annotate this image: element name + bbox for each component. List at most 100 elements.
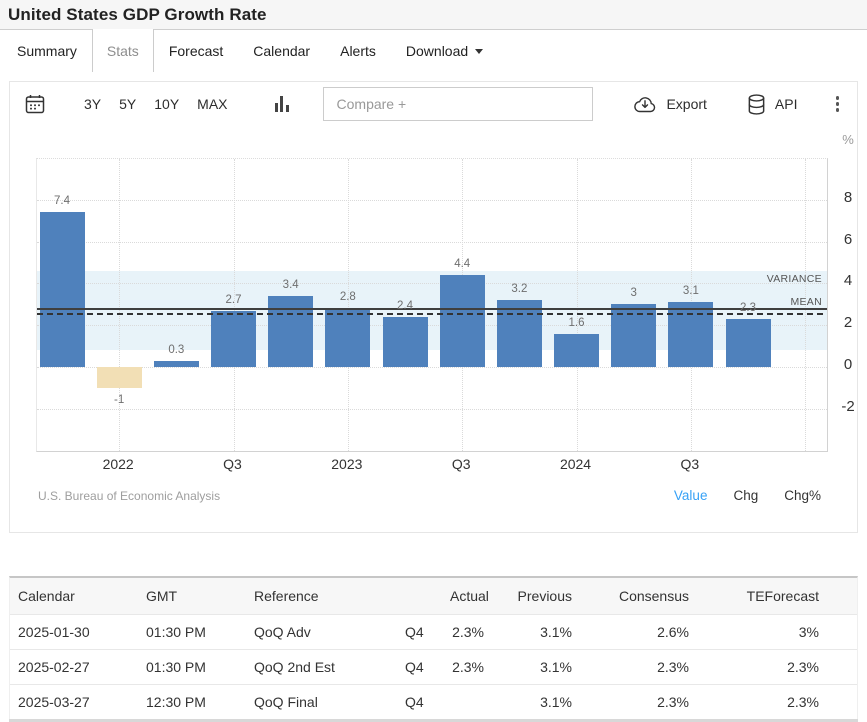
source-attribution: U.S. Bureau of Economic Analysis <box>38 489 220 503</box>
cell-previous: 3.1% <box>502 649 590 684</box>
tab-bar: Summary Stats Forecast Calendar Alerts D… <box>0 30 867 75</box>
page-title: United States GDP Growth Rate <box>8 5 267 25</box>
bar-value-label: 2.8 <box>326 291 370 303</box>
tab-alerts[interactable]: Alerts <box>325 30 391 72</box>
bar-value-label: 3.4 <box>269 279 313 291</box>
cell-date: 2025-03-27 <box>10 684 138 719</box>
x-axis-label: Q3 <box>655 456 725 472</box>
bar-value-label: 3.2 <box>497 283 541 295</box>
bar-value-label: 3 <box>612 287 656 299</box>
col-gmt: GMT <box>138 578 246 614</box>
col-consensus: Consensus <box>590 578 707 614</box>
cell-date: 2025-02-27 <box>10 649 138 684</box>
bar[interactable] <box>383 317 428 367</box>
variance-label: VARIANCE <box>767 273 822 285</box>
range-10y-button[interactable]: 10Y <box>145 96 188 112</box>
y-axis-label: 2 <box>834 314 862 331</box>
cell-consensus: 2.3% <box>590 684 707 719</box>
tab-download[interactable]: Download <box>391 30 498 72</box>
cell-teforecast: 3% <box>707 614 857 649</box>
table-row[interactable]: 2025-03-27 12:30 PM QoQ Final Q4 3.1% 2.… <box>10 684 857 719</box>
range-max-button[interactable]: MAX <box>188 96 236 112</box>
value-link[interactable]: Value <box>674 488 708 503</box>
v-gridline <box>119 159 120 451</box>
cloud-download-icon <box>633 96 657 113</box>
tab-summary[interactable]: Summary <box>0 30 92 72</box>
cell-reference: QoQ Final <box>246 684 398 719</box>
api-label: API <box>775 96 798 112</box>
more-options-button[interactable] <box>836 96 840 112</box>
x-axis-label: Q3 <box>198 456 268 472</box>
x-axis-label: 2024 <box>541 456 611 472</box>
v-gridline <box>348 159 349 451</box>
tab-download-label: Download <box>406 43 468 59</box>
cell-gmt: 01:30 PM <box>138 614 246 649</box>
bar-value-label: -1 <box>97 394 141 406</box>
export-label: Export <box>666 96 706 112</box>
tab-stats[interactable]: Stats <box>92 29 154 72</box>
cell-date: 2025-01-30 <box>10 614 138 649</box>
mean-line <box>37 313 827 315</box>
bar-chart-icon <box>275 96 289 112</box>
bar[interactable] <box>211 311 256 367</box>
col-reference-period <box>398 578 450 614</box>
chg-link[interactable]: Chg <box>733 488 758 503</box>
v-gridline <box>577 159 578 451</box>
bar[interactable] <box>440 275 485 367</box>
compare-input[interactable] <box>323 87 593 121</box>
bar[interactable] <box>325 308 370 367</box>
bar[interactable] <box>40 212 85 367</box>
chart-type-button[interactable] <box>237 96 289 112</box>
series-mode-links: Value Chg Chg% <box>674 488 843 503</box>
bar[interactable] <box>554 334 599 367</box>
chg-percent-link[interactable]: Chg% <box>784 488 821 503</box>
y-axis-label: 0 <box>834 356 862 373</box>
bar-value-label: 0.3 <box>154 344 198 356</box>
bar-value-label: 7.4 <box>40 195 84 207</box>
x-axis-label: 2022 <box>83 456 153 472</box>
kebab-menu-icon <box>836 96 840 112</box>
date-range-calendar-button[interactable] <box>25 94 45 114</box>
cell-teforecast: 2.3% <box>707 684 857 719</box>
tab-calendar[interactable]: Calendar <box>238 30 325 72</box>
bar[interactable] <box>268 296 313 367</box>
table-header-row: Calendar GMT Reference Actual Previous C… <box>10 578 857 614</box>
range-3y-button[interactable]: 3Y <box>75 96 110 112</box>
cell-actual: 2.3% <box>450 614 502 649</box>
cell-period: Q4 <box>398 614 450 649</box>
cell-previous: 3.1% <box>502 684 590 719</box>
y-axis-label: 8 <box>834 189 862 206</box>
trend-line <box>37 308 827 310</box>
table-row[interactable]: 2025-02-27 01:30 PM QoQ 2nd Est Q4 2.3% … <box>10 649 857 684</box>
range-5y-button[interactable]: 5Y <box>110 96 145 112</box>
col-previous: Previous <box>502 578 590 614</box>
api-button[interactable]: API <box>747 94 798 115</box>
bar[interactable] <box>97 367 142 388</box>
bar[interactable] <box>154 361 199 367</box>
h-gridline <box>37 409 827 410</box>
y-axis-label: 4 <box>834 272 862 289</box>
cell-reference: QoQ Adv <box>246 614 398 649</box>
tab-forecast[interactable]: Forecast <box>154 30 238 72</box>
cell-reference: QoQ 2nd Est <box>246 649 398 684</box>
calendar-table: Calendar GMT Reference Actual Previous C… <box>10 578 857 719</box>
bar[interactable] <box>726 319 771 367</box>
database-icon <box>747 94 766 115</box>
h-gridline <box>37 200 827 201</box>
bar-value-label: 2.3 <box>726 302 770 314</box>
chevron-down-icon <box>475 49 483 54</box>
page-header: United States GDP Growth Rate <box>0 0 867 30</box>
y-axis-label: -2 <box>834 398 862 415</box>
h-gridline <box>37 367 827 368</box>
bar-value-label: 1.6 <box>555 317 599 329</box>
cell-previous: 3.1% <box>502 614 590 649</box>
calendar-table-section: Calendar GMT Reference Actual Previous C… <box>9 576 858 719</box>
table-row[interactable]: 2025-01-30 01:30 PM QoQ Adv Q4 2.3% 3.1%… <box>10 614 857 649</box>
col-teforecast: TEForecast <box>707 578 857 614</box>
cell-actual: 2.3% <box>450 649 502 684</box>
y-axis-unit: % <box>834 132 862 147</box>
export-button[interactable]: Export <box>633 96 706 113</box>
bar-value-label: 3.1 <box>669 285 713 297</box>
cell-actual <box>450 684 502 719</box>
chart-toolbar: 3Y 5Y 10Y MAX Export API <box>10 82 857 126</box>
